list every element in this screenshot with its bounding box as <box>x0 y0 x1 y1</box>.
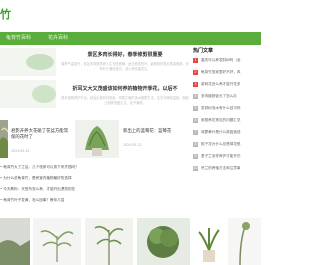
bottom-image-4[interactable] <box>137 218 190 265</box>
featured-title[interactable]: 折耳又大又茂盛该如何养的植物开季花，以后不 <box>60 85 190 92</box>
bottom-image-2[interactable] <box>33 218 81 265</box>
card-thumb-1[interactable] <box>0 120 8 158</box>
sidebar-item-label[interactable]: 家庭养花常见的问题汇总 <box>201 118 241 123</box>
sidebar-item[interactable]: 9 君子兰怎样养护才能开花 <box>193 153 261 162</box>
list-item[interactable]: • 龟背竹叶子发黄，怎么回事？教你几招 <box>0 198 64 203</box>
nav-item-flowers[interactable]: 花卉百科 <box>48 32 68 45</box>
featured-thumb-2[interactable] <box>0 80 56 108</box>
rank-badge: 2 <box>193 70 198 75</box>
site-logo[interactable]: 竹 <box>0 6 11 22</box>
rank-badge: 7 <box>193 130 198 135</box>
card-date-1: 2024-05-22 <box>11 149 30 153</box>
rank-badge: 1 <box>193 58 198 63</box>
sidebar-item[interactable]: 10 吊兰的养殖方法和注意事 <box>193 165 261 174</box>
sidebar-item[interactable]: 2 龟背竹放家里好不好，风 <box>193 69 261 78</box>
rank-badge: 3 <box>193 82 198 87</box>
list-item[interactable]: • 今天教你：天堂鸟怎么养，才能开出漂亮的花 <box>0 187 75 192</box>
sidebar-item-label[interactable]: 君子兰怎样养护才能开花 <box>201 154 241 159</box>
card-title-2[interactable]: 新出上的蓝莓花：蓝莓花 <box>123 129 183 135</box>
sidebar-item-label[interactable]: 绿萝黄叶是什么原因造成 <box>201 130 241 135</box>
sidebar-item-label[interactable]: 栀子花为什么总是掉花苞 <box>201 142 241 147</box>
sidebar-item[interactable]: 4 多肉植物徒长了怎么办 <box>193 93 261 102</box>
sidebar-item-label[interactable]: 吊兰的养殖方法和注意事 <box>201 166 241 171</box>
card-thumb-2[interactable] <box>75 120 119 158</box>
sidebar-item-label[interactable]: 重庆可以养发财树吗（龙 <box>201 58 241 63</box>
rank-badge: 5 <box>193 106 198 111</box>
bottom-image-1[interactable] <box>0 218 30 265</box>
sidebar-item[interactable]: 8 栀子花为什么总是掉花苞 <box>193 141 261 150</box>
sidebar-item[interactable]: 3 茉莉花怎么养才能开花多 <box>193 81 261 90</box>
nav-item-monstera[interactable]: 龟背竹百科 <box>6 32 31 45</box>
rank-badge: 4 <box>193 94 198 99</box>
sidebar-item[interactable]: 1 重庆可以养发财树吗（龙 <box>193 57 261 66</box>
featured-article-2[interactable]: 折耳又大又茂盛该如何养的植物开季花，以后不 很多植物养护不当，就会出现折耳现象。… <box>60 85 190 106</box>
rank-badge: 8 <box>193 142 198 147</box>
rank-badge: 9 <box>193 154 198 159</box>
sidebar-item-label[interactable]: 茉莉花怎么养才能开花多 <box>201 82 241 87</box>
featured-article-1[interactable]: 景区多肉长得好，春季修剪很重要 春季气温回升，景区多肉植物进入生长旺盛期。适当修… <box>60 51 190 72</box>
list-item[interactable]: • 为什么说龟背竹，是养室内植物最好的选择 <box>0 176 72 181</box>
rank-badge: 10 <box>193 166 198 171</box>
site-header: 竹 <box>0 0 261 32</box>
sidebar-item-label[interactable]: 龟背竹放家里好不好，风 <box>201 70 241 75</box>
sidebar-item[interactable]: 5 发财树浇水有什么技巧吗 <box>193 105 261 114</box>
featured-desc: 春季气温回升，景区多肉植物进入生长旺盛期。适当修剪枝叶，能使株形更加紧凑美观，也… <box>61 62 189 71</box>
featured-thumb-1[interactable] <box>0 48 56 76</box>
card-title-1[interactable]: 君影开养大花碰了花盆方能常保的花时了 <box>11 129 69 141</box>
main-nav: 龟背竹百科 花卉百科 <box>0 32 261 45</box>
sidebar-item-label[interactable]: 多肉植物徒长了怎么办 <box>201 94 237 99</box>
list-item[interactable]: • 龟背竹大了之后，几个枝条可以剪下来扦插吗？ <box>0 165 79 170</box>
featured-desc: 很多植物养护不当，就会出现折耳现象。掌握正确的浇水施肥方法，注意光照和温度，就能… <box>61 96 189 105</box>
sidebar: 热门文章 1 重庆可以养发财树吗（龙 2 龟背竹放家里好不好，风 3 茉莉花怎么… <box>193 45 261 265</box>
sidebar-item-label[interactable]: 发财树浇水有什么技巧吗 <box>201 106 241 111</box>
sidebar-title: 热门文章 <box>193 48 214 54</box>
sidebar-item[interactable]: 6 家庭养花常见的问题汇总 <box>193 117 261 126</box>
sidebar-item[interactable]: 7 绿萝黄叶是什么原因造成 <box>193 129 261 138</box>
rank-badge: 6 <box>193 118 198 123</box>
card-date-2: 2024-05-22 <box>123 143 142 147</box>
featured-title[interactable]: 景区多肉长得好，春季修剪很重要 <box>60 51 190 58</box>
bottom-image-3[interactable] <box>85 218 133 265</box>
